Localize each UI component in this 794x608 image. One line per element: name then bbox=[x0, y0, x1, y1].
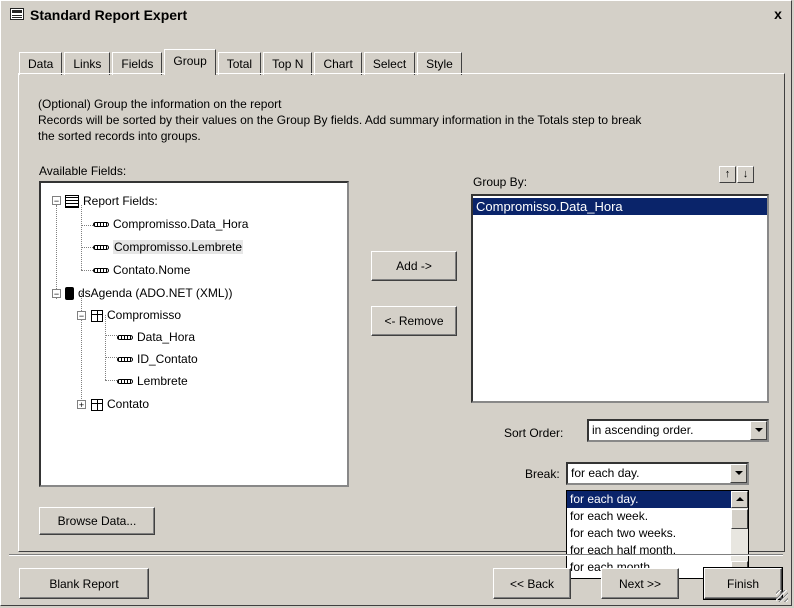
sort-order-label: Sort Order: bbox=[504, 426, 564, 440]
field-icon bbox=[93, 245, 109, 251]
table-icon bbox=[91, 398, 103, 411]
break-option[interactable]: for each week. bbox=[567, 508, 748, 525]
sort-order-select[interactable]: in ascending order. bbox=[587, 419, 769, 442]
break-label: Break: bbox=[525, 467, 560, 481]
field-icon bbox=[93, 222, 109, 228]
tab-top-n[interactable]: Top N bbox=[263, 52, 313, 75]
group-by-list[interactable]: Compromisso.Data_Hora bbox=[471, 194, 769, 403]
available-fields-tree[interactable]: − Report Fields: Compromisso.Data_Hora C… bbox=[39, 181, 349, 487]
break-option[interactable]: for each two weeks. bbox=[567, 525, 748, 542]
tab-group[interactable]: Group bbox=[164, 49, 216, 75]
tab-total[interactable]: Total bbox=[217, 52, 262, 75]
break-option[interactable]: for each day. bbox=[567, 491, 748, 508]
collapse-table-icon[interactable]: − bbox=[77, 311, 86, 321]
tree-node-field[interactable]: Lembrete bbox=[117, 372, 188, 390]
table-icon bbox=[91, 309, 103, 322]
database-icon bbox=[65, 287, 74, 301]
browse-data-button[interactable]: Browse Data... bbox=[39, 507, 155, 535]
dropdown-scrollbar[interactable] bbox=[731, 491, 748, 578]
title-bar: Standard Report Expert x bbox=[4, 4, 790, 26]
scroll-thumb[interactable] bbox=[731, 509, 748, 529]
blank-report-button[interactable]: Blank Report bbox=[19, 568, 149, 599]
tab-links[interactable]: Links bbox=[64, 52, 111, 75]
field-icon bbox=[117, 379, 133, 385]
tree-node-field[interactable]: Compromisso.Lembrete bbox=[93, 238, 244, 256]
description-line-2: Records will be sorted by their values o… bbox=[38, 113, 642, 127]
report-expert-window: Standard Report Expert x Data Links Fiel… bbox=[0, 0, 792, 606]
back-button[interactable]: << Back bbox=[493, 568, 571, 599]
form-icon bbox=[10, 8, 24, 20]
report-fields-icon bbox=[65, 195, 79, 209]
remove-button[interactable]: <- Remove bbox=[371, 306, 457, 336]
tab-chart[interactable]: Chart bbox=[314, 52, 362, 75]
available-fields-label: Available Fields: bbox=[39, 164, 127, 178]
description-line-1: (Optional) Group the information on the … bbox=[38, 97, 282, 111]
move-up-icon[interactable]: ↑ bbox=[719, 166, 736, 183]
break-option[interactable]: for each half month. bbox=[567, 542, 748, 559]
break-select[interactable]: for each day. bbox=[566, 462, 749, 485]
break-dropdown-list[interactable]: for each day. for each week. for each tw… bbox=[566, 490, 749, 579]
field-icon bbox=[117, 357, 133, 363]
group-by-label: Group By: bbox=[473, 175, 528, 189]
tab-select[interactable]: Select bbox=[363, 52, 416, 75]
next-button[interactable]: Next >> bbox=[601, 568, 679, 599]
tab-fields[interactable]: Fields bbox=[112, 52, 163, 75]
chevron-down-icon[interactable] bbox=[730, 464, 747, 483]
footer-divider bbox=[9, 554, 783, 556]
resize-grip[interactable] bbox=[776, 590, 788, 602]
field-icon bbox=[117, 335, 133, 341]
add-button[interactable]: Add -> bbox=[371, 251, 457, 281]
collapse-dataset-icon[interactable]: − bbox=[52, 289, 61, 299]
window-title: Standard Report Expert bbox=[30, 7, 188, 23]
tree-node-dataset[interactable]: dsAgenda (ADO.NET (XML)) bbox=[65, 284, 233, 302]
tree-node-field[interactable]: Contato.Nome bbox=[93, 261, 190, 279]
tab-strip: Data Links Fields Group Total Top N Char… bbox=[19, 49, 464, 75]
expand-table-icon[interactable]: + bbox=[77, 400, 86, 410]
chevron-down-icon[interactable] bbox=[750, 421, 767, 440]
tree-node-table[interactable]: Contato bbox=[91, 395, 149, 413]
collapse-report-fields-icon[interactable]: − bbox=[52, 196, 61, 206]
field-icon bbox=[93, 268, 109, 274]
group-by-item[interactable]: Compromisso.Data_Hora bbox=[473, 198, 767, 215]
tab-style[interactable]: Style bbox=[417, 52, 462, 75]
description-line-3: the sorted records into groups. bbox=[38, 129, 201, 143]
finish-button[interactable]: Finish bbox=[703, 567, 783, 600]
tree-node-table[interactable]: Compromisso bbox=[91, 306, 181, 324]
close-icon[interactable]: x bbox=[770, 6, 786, 22]
move-down-icon[interactable]: ↓ bbox=[737, 166, 754, 183]
tree-node-field[interactable]: Compromisso.Data_Hora bbox=[93, 215, 248, 233]
tree-node-field[interactable]: Data_Hora bbox=[117, 328, 195, 346]
tree-node-report-fields[interactable]: Report Fields: bbox=[65, 192, 158, 210]
tree-node-field[interactable]: ID_Contato bbox=[117, 350, 198, 368]
tab-data[interactable]: Data bbox=[19, 52, 63, 75]
scroll-up-icon[interactable] bbox=[731, 491, 748, 508]
